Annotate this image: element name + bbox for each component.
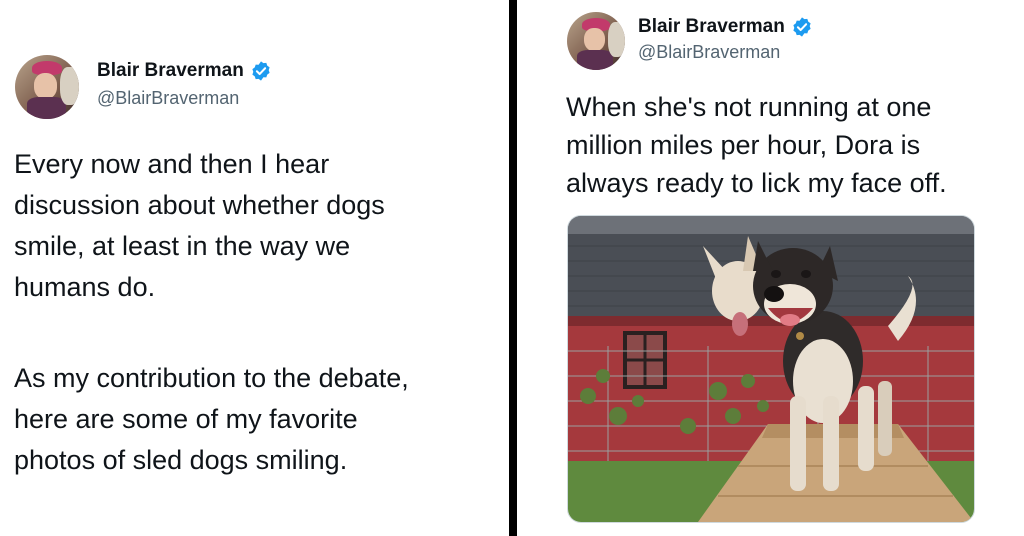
avatar[interactable] — [15, 55, 79, 119]
divider — [509, 0, 517, 536]
handle[interactable]: @BlairBraverman — [97, 88, 239, 109]
verified-badge-icon — [252, 61, 270, 81]
avatar[interactable] — [567, 12, 625, 70]
tweet-text-paragraph-1: Every now and then I hear discussion abo… — [14, 149, 385, 302]
verified-badge-icon — [793, 17, 811, 37]
tweet-text: When she's not running at one million mi… — [566, 92, 947, 198]
tweet-photo[interactable] — [567, 215, 975, 523]
tweet-text-paragraph-2: As my contribution to the debate, here a… — [14, 363, 409, 475]
display-name[interactable]: Blair Braverman — [638, 16, 785, 38]
dog-photo-image — [568, 216, 974, 522]
tweet-card-left: Blair Braverman @BlairBraverman Every no… — [0, 0, 509, 536]
tweet-card-right: Blair Braverman @BlairBraverman When she… — [517, 0, 1024, 536]
display-name[interactable]: Blair Braverman — [97, 60, 244, 82]
handle[interactable]: @BlairBraverman — [638, 42, 780, 63]
